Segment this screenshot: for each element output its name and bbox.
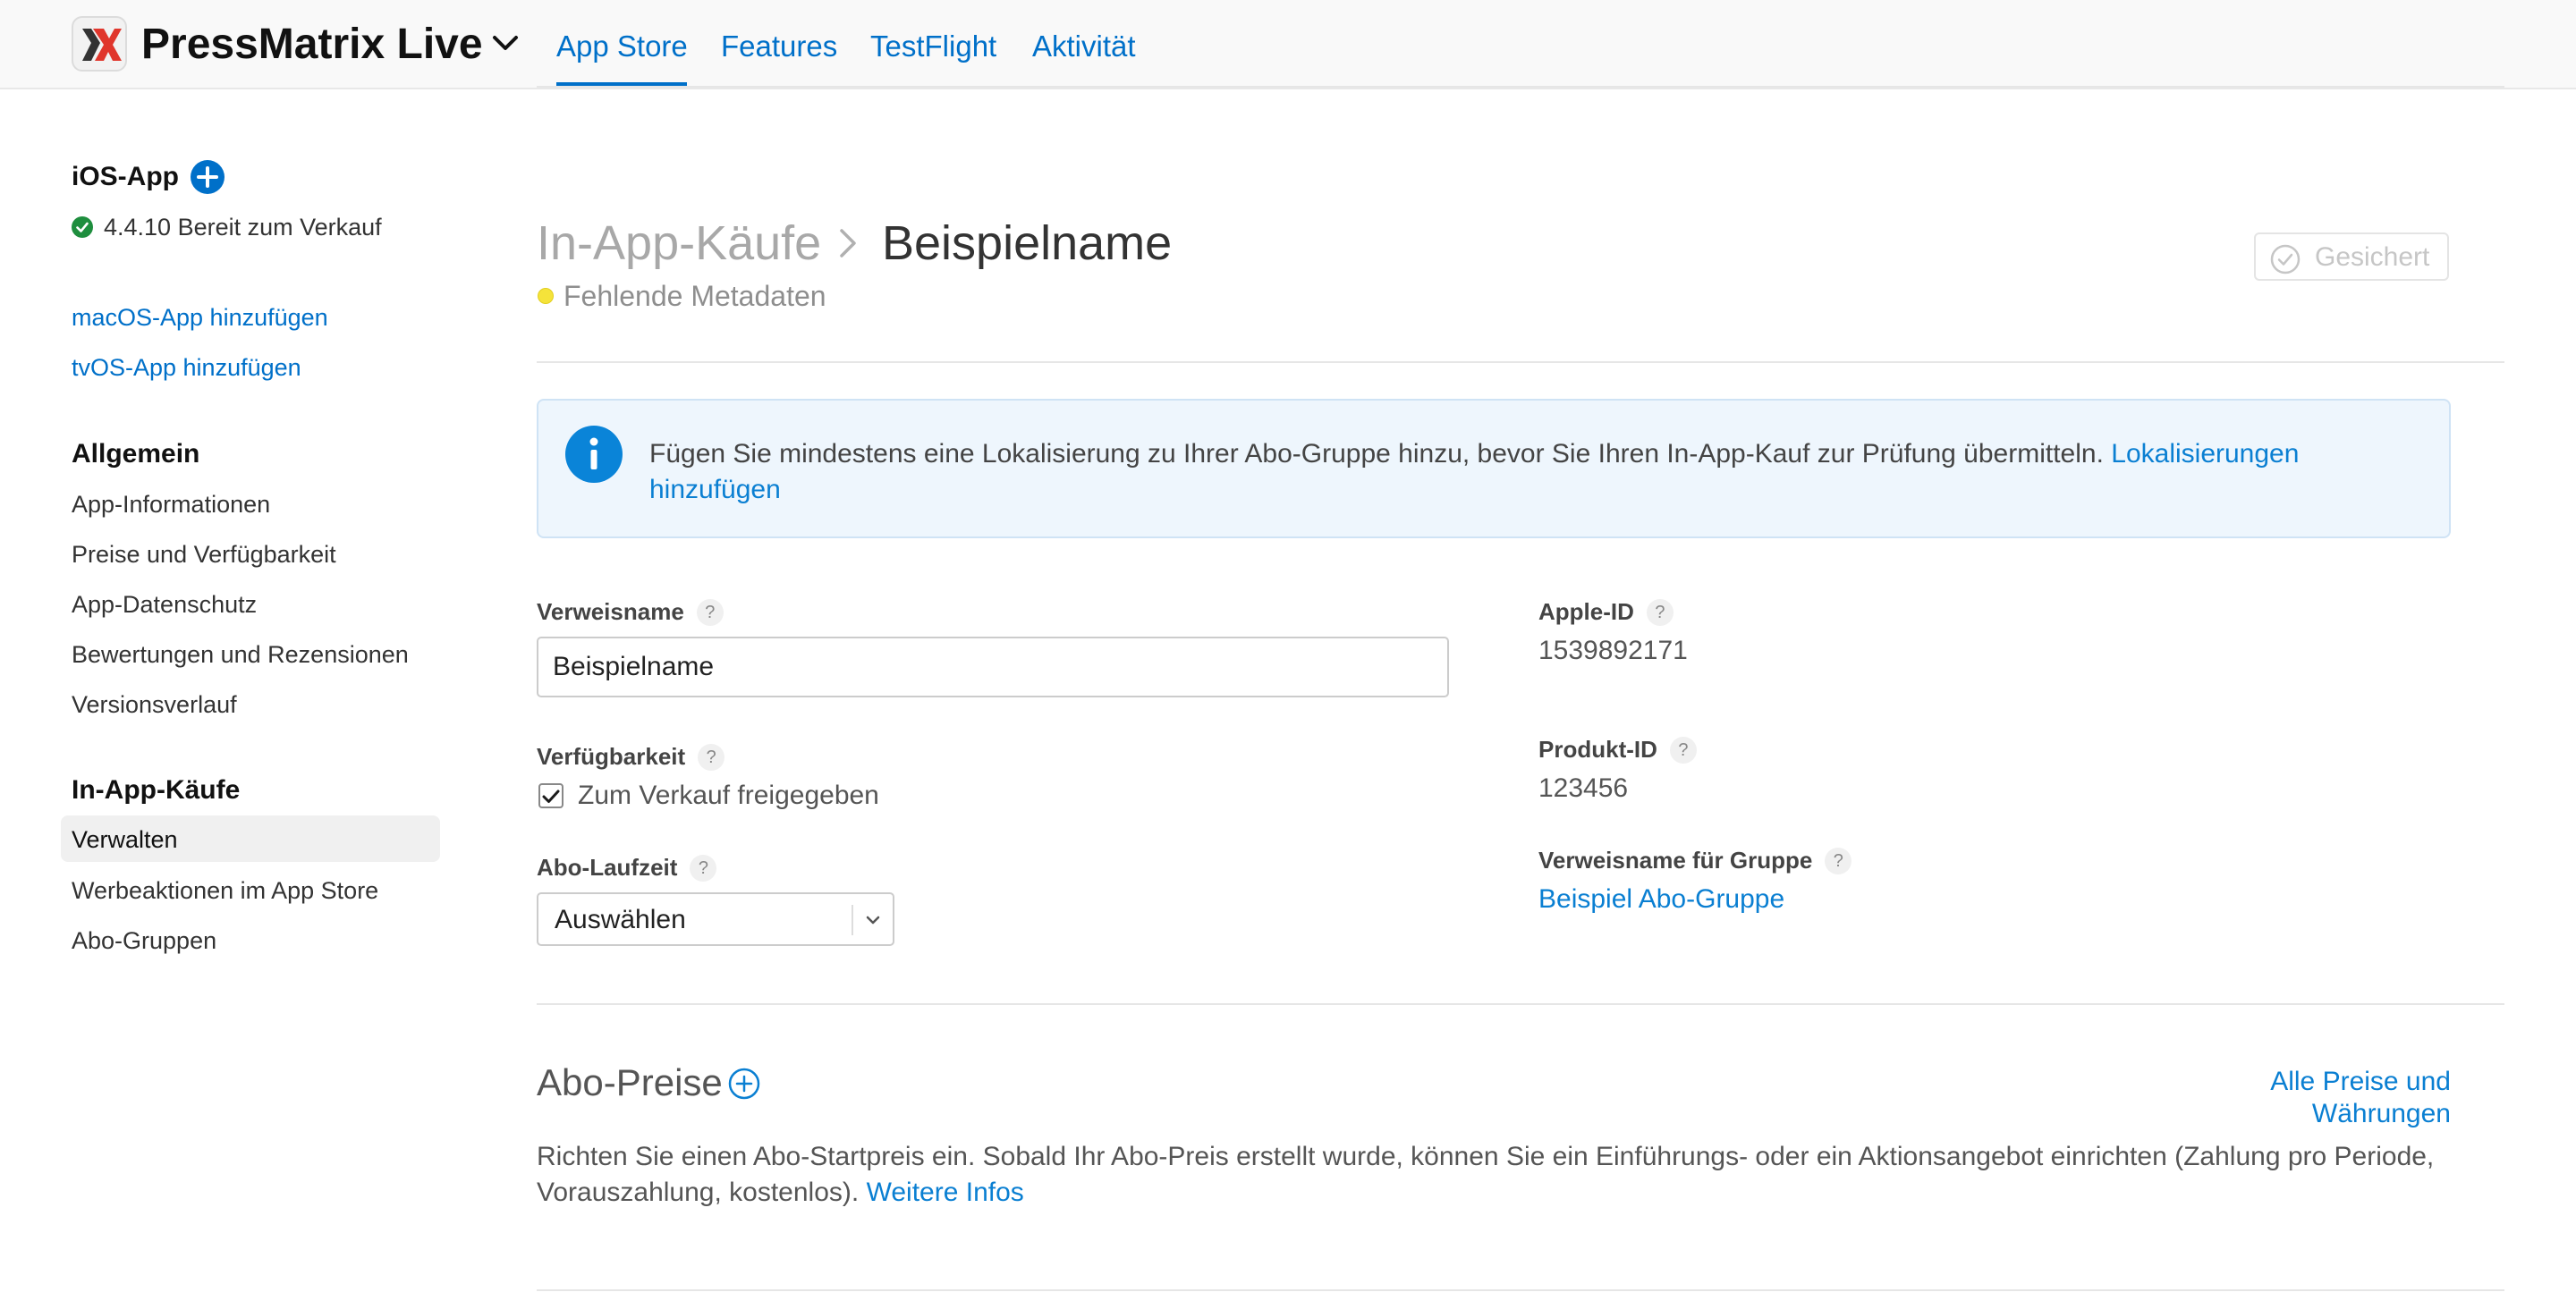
saved-button-label: Gesichert bbox=[2315, 242, 2430, 272]
tab-aktivitaet[interactable]: Aktivität bbox=[1032, 29, 1136, 64]
divider bbox=[537, 86, 2504, 88]
help-icon[interactable]: ? bbox=[696, 599, 724, 626]
help-icon[interactable]: ? bbox=[690, 855, 717, 882]
more-info-link[interactable]: Weitere Infos bbox=[867, 1178, 1024, 1207]
all-prices-link[interactable]: Alle Preise und Währungen bbox=[2129, 1066, 2451, 1130]
help-icon[interactable]: ? bbox=[1825, 848, 1852, 874]
duration-select[interactable]: Auswählen bbox=[537, 892, 894, 946]
sidebar-heading-ios: iOS-App bbox=[72, 162, 179, 191]
add-version-plus-icon[interactable] bbox=[190, 159, 225, 195]
sidebar-item-ios-version[interactable]: 4.4.10 Bereit zum Verkauf bbox=[104, 212, 382, 242]
divider bbox=[537, 361, 2504, 363]
sidebar-item-ratings[interactable]: Bewertungen und Rezensionen bbox=[72, 639, 409, 670]
breadcrumb-parent[interactable]: In-App-Käufe bbox=[537, 215, 821, 272]
help-icon[interactable]: ? bbox=[1669, 737, 1697, 764]
pricing-description: Richten Sie einen Abo-Startpreis ein. So… bbox=[537, 1139, 2469, 1211]
help-icon[interactable]: ? bbox=[1646, 599, 1674, 626]
subscription-pricing-title: Abo-Preise bbox=[537, 1061, 723, 1103]
availability-label: Verfügbarkeit? bbox=[537, 742, 725, 771]
checkmark-icon bbox=[542, 790, 560, 803]
apple-id-value: 1539892171 bbox=[1538, 636, 1688, 665]
checkmark-circle-icon bbox=[2270, 244, 2301, 274]
product-id-label-text: Produkt-ID bbox=[1538, 736, 1657, 763]
page-title: Beispielname bbox=[882, 216, 1173, 270]
reference-name-label-text: Verweisname bbox=[537, 598, 684, 625]
chevron-down-icon bbox=[866, 916, 880, 925]
sidebar-heading-iap: In-App-Käufe bbox=[72, 775, 241, 805]
add-macos-app-link[interactable]: macOS-App hinzufügen bbox=[72, 302, 328, 333]
tab-features[interactable]: Features bbox=[721, 29, 837, 64]
chevron-down-icon[interactable] bbox=[492, 34, 519, 52]
select-divider bbox=[852, 905, 853, 935]
subscription-group-link[interactable]: Beispiel Abo-Gruppe bbox=[1538, 883, 1784, 916]
sidebar-item-version-history[interactable]: Versionsverlauf bbox=[72, 689, 237, 720]
info-banner-text: Fügen Sie mindestens eine Lokalisierung … bbox=[649, 436, 2402, 508]
duration-label: Abo-Laufzeit? bbox=[537, 853, 717, 882]
availability-checkbox-label[interactable]: Zum Verkauf freigegeben bbox=[578, 780, 879, 812]
sidebar-item-promotions[interactable]: Werbeaktionen im App Store bbox=[72, 875, 378, 906]
product-id-value: 123456 bbox=[1538, 773, 1629, 803]
sidebar-item-privacy[interactable]: App-Datenschutz bbox=[72, 589, 257, 620]
saved-button[interactable]: Gesichert bbox=[2254, 232, 2449, 281]
app-name[interactable]: PressMatrix Live bbox=[141, 20, 483, 70]
help-icon[interactable]: ? bbox=[698, 744, 725, 771]
missing-metadata-status-dot bbox=[538, 288, 554, 304]
sidebar-heading-general: Allgemein bbox=[72, 439, 200, 469]
reference-name-label: Verweisname? bbox=[537, 597, 724, 626]
sidebar-item-subscription-groups[interactable]: Abo-Gruppen bbox=[72, 925, 216, 956]
add-price-plus-icon[interactable] bbox=[728, 1068, 760, 1100]
group-reference-label: Verweisname für Gruppe? bbox=[1538, 846, 1852, 874]
tab-app-store[interactable]: App Store bbox=[556, 29, 688, 64]
duration-label-text: Abo-Laufzeit bbox=[537, 854, 678, 881]
divider bbox=[537, 1289, 2504, 1291]
info-icon bbox=[565, 426, 623, 483]
info-banner: Fügen Sie mindestens eine Lokalisierung … bbox=[537, 399, 2451, 538]
divider bbox=[537, 1003, 2504, 1005]
tab-testflight[interactable]: TestFlight bbox=[870, 29, 996, 64]
add-tvos-app-link[interactable]: tvOS-App hinzufügen bbox=[72, 352, 301, 383]
availability-label-text: Verfügbarkeit bbox=[537, 743, 686, 770]
pricing-description-text: Richten Sie einen Abo-Startpreis ein. So… bbox=[537, 1142, 2435, 1207]
breadcrumb-chevron-icon bbox=[840, 229, 856, 258]
availability-checkbox[interactable] bbox=[538, 783, 564, 808]
apple-id-label-text: Apple-ID bbox=[1538, 598, 1634, 625]
app-logo-icon[interactable] bbox=[72, 16, 127, 72]
status-badge: Fehlende Metadaten bbox=[564, 280, 826, 312]
info-banner-message: Fügen Sie mindestens eine Lokalisierung … bbox=[649, 439, 2104, 469]
group-reference-label-text: Verweisname für Gruppe bbox=[1538, 847, 1813, 874]
reference-name-input[interactable] bbox=[537, 637, 1449, 697]
duration-select-value: Auswählen bbox=[555, 905, 686, 934]
ready-status-check-icon bbox=[72, 216, 93, 238]
sidebar-item-pricing[interactable]: Preise und Verfügbarkeit bbox=[72, 539, 336, 570]
product-id-label: Produkt-ID? bbox=[1538, 735, 1697, 764]
top-bar: PressMatrix Live App Store Features Test… bbox=[0, 0, 2576, 89]
sidebar-item-app-info[interactable]: App-Informationen bbox=[72, 489, 270, 519]
sidebar-item-manage[interactable]: Verwalten bbox=[72, 824, 178, 855]
apple-id-label: Apple-ID? bbox=[1538, 597, 1674, 626]
